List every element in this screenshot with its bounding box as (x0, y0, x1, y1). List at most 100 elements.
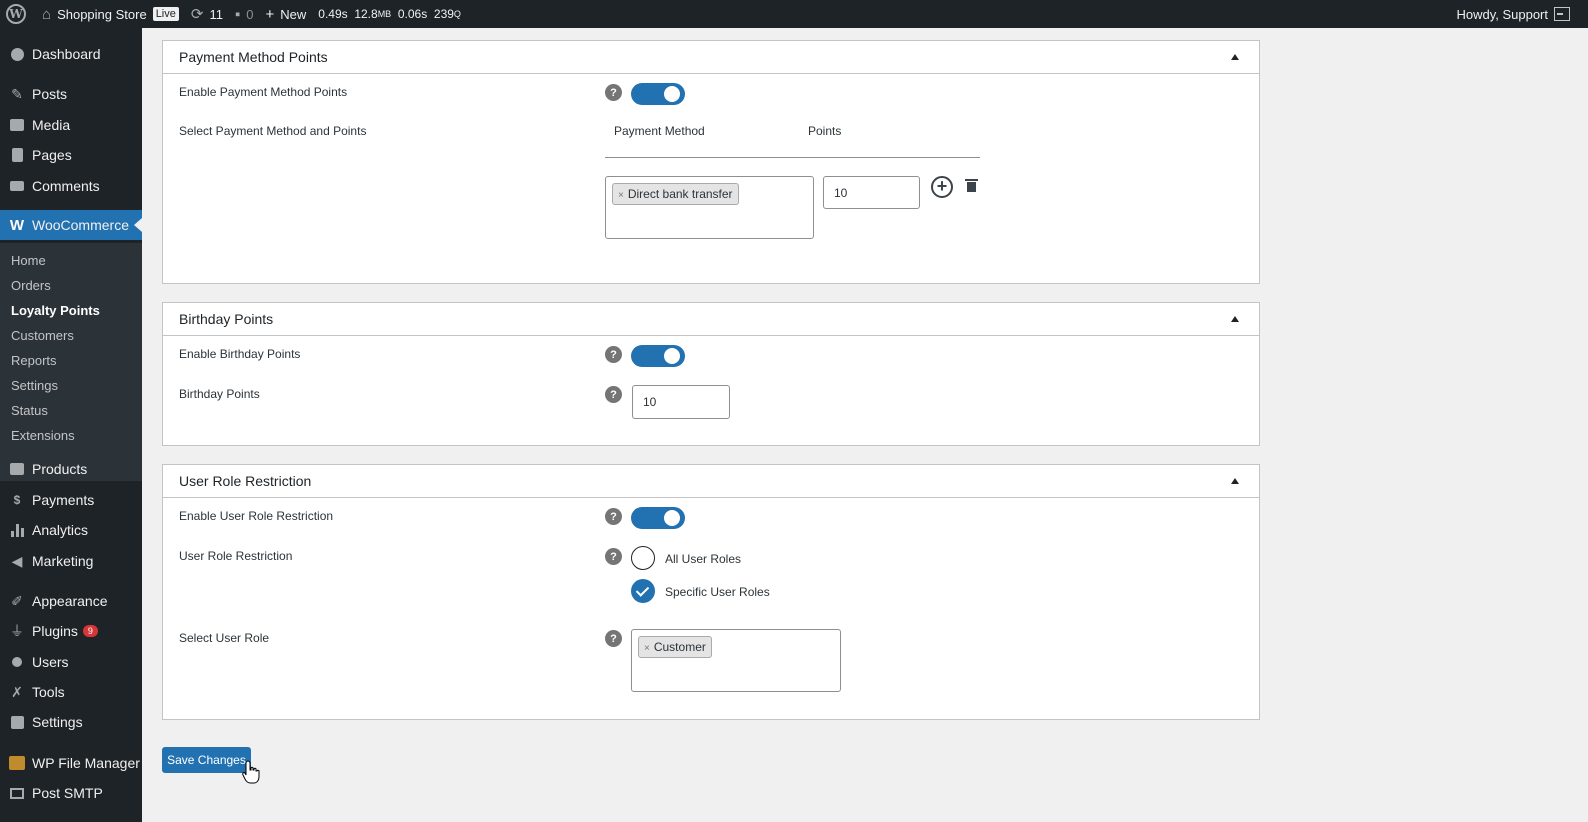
radio-specific-user-roles[interactable] (631, 579, 655, 603)
perf-queries-unit: Q (453, 9, 461, 19)
submenu-reports[interactable]: Reports (11, 353, 57, 368)
perf-time: 0.49s (318, 7, 348, 21)
enable-role-restriction-label: Enable User Role Restriction (179, 509, 334, 523)
settings-icon (9, 714, 25, 730)
menu-posts[interactable]: ✎ Posts (0, 79, 142, 109)
save-changes-button[interactable]: Save Changes (162, 747, 251, 773)
points-column-header: Points (808, 124, 842, 138)
menu-products[interactable]: Products (0, 454, 142, 484)
site-name: Shopping Store (57, 6, 147, 22)
updates-count: 11 (209, 6, 223, 22)
radio-all-label[interactable]: All User Roles (665, 552, 741, 566)
panel-header[interactable]: Payment Method Points (163, 41, 1259, 74)
comments-menu[interactable]: ▪ 0 (229, 0, 260, 28)
media-icon (9, 117, 25, 133)
enable-birthday-label: Enable Birthday Points (179, 347, 301, 361)
birthday-points-panel: Birthday Points Enable Birthday Points ?… (162, 302, 1260, 446)
menu-label: Post SMTP (32, 785, 103, 801)
megaphone-icon: ◀ (11, 552, 23, 569)
menu-wp-file-manager[interactable]: WP File Manager (0, 748, 142, 778)
admin-bar: W ⌂ Shopping Store Live ⟳ 11 ▪ 0 + New 0… (0, 0, 1588, 28)
menu-analytics[interactable]: Analytics (0, 515, 142, 545)
new-content-menu[interactable]: + New (260, 0, 313, 28)
enable-role-restriction-toggle[interactable] (631, 507, 685, 529)
comments-count: 0 (246, 6, 254, 22)
menu-comments[interactable]: Comments (0, 171, 142, 201)
menu-label: WooCommerce (32, 217, 129, 233)
user-role-select[interactable]: × Customer (631, 629, 841, 692)
select-user-role-label: Select User Role (179, 631, 270, 645)
header-divider (605, 157, 980, 158)
menu-tools[interactable]: ✗ Tools (0, 677, 142, 707)
menu-users[interactable]: Users (0, 647, 142, 677)
plugins-update-badge: 9 (82, 625, 98, 637)
user-role-restriction-panel: User Role Restriction Enable User Role R… (162, 464, 1260, 720)
payment-points-input[interactable]: 10 (823, 176, 920, 209)
role-restriction-label: User Role Restriction (179, 549, 293, 563)
panel-title: Payment Method Points (179, 49, 328, 65)
menu-label: Tools (32, 684, 65, 700)
menu-post-smtp[interactable]: Post SMTP (0, 778, 142, 808)
products-icon (9, 461, 25, 477)
howdy-text: Howdy, Support (1456, 6, 1548, 22)
hand-cursor-icon (242, 760, 260, 784)
submenu-status[interactable]: Status (11, 403, 48, 418)
menu-settings[interactable]: Settings (0, 707, 142, 737)
menu-label: Pages (32, 147, 72, 163)
perf-mem: 12.8 (354, 7, 378, 21)
enable-payment-method-toggle[interactable] (631, 83, 685, 105)
menu-label: Settings (32, 714, 83, 730)
panel-header[interactable]: User Role Restriction (163, 465, 1259, 498)
updates-menu[interactable]: ⟳ 11 (185, 0, 229, 28)
help-icon[interactable]: ? (605, 84, 622, 101)
submenu-customers[interactable]: Customers (11, 328, 74, 343)
avatar (1554, 7, 1570, 21)
trash-icon[interactable] (965, 179, 978, 192)
radio-specific-label[interactable]: Specific User Roles (665, 585, 770, 599)
payment-method-points-panel: Payment Method Points Enable Payment Met… (162, 40, 1260, 284)
site-name-menu[interactable]: ⌂ Shopping Store Live (36, 0, 185, 28)
add-row-icon[interactable]: + (931, 176, 953, 198)
chip-label: Customer (653, 640, 706, 654)
submenu-home[interactable]: Home (11, 253, 46, 268)
envelope-icon (9, 785, 25, 801)
menu-woocommerce[interactable]: W WooCommerce (0, 210, 142, 240)
collapse-caret-icon[interactable] (1231, 54, 1239, 60)
submenu-loyalty-points[interactable]: Loyalty Points (11, 303, 100, 318)
submenu-settings[interactable]: Settings (11, 378, 58, 393)
collapse-caret-icon[interactable] (1231, 316, 1239, 322)
menu-media[interactable]: Media (0, 110, 142, 140)
pages-icon (9, 147, 25, 163)
chip-remove-icon[interactable]: × (644, 643, 650, 654)
home-icon: ⌂ (42, 5, 52, 23)
help-icon[interactable]: ? (605, 630, 622, 647)
payments-icon: $ (13, 493, 21, 507)
birthday-points-input[interactable]: 10 (632, 385, 730, 419)
menu-appearance[interactable]: ✐ Appearance (0, 586, 142, 616)
user-role-chip: × Customer (638, 636, 712, 658)
radio-all-user-roles[interactable] (631, 546, 655, 570)
wp-logo-menu[interactable]: W (0, 0, 36, 28)
help-icon[interactable]: ? (605, 508, 622, 525)
panel-header[interactable]: Birthday Points (163, 303, 1259, 336)
perf-db-time: 0.06s (397, 7, 428, 21)
help-icon[interactable]: ? (605, 386, 622, 403)
menu-pages[interactable]: Pages (0, 140, 142, 170)
menu-marketing[interactable]: ◀ Marketing (0, 546, 142, 576)
chip-remove-icon[interactable]: × (618, 190, 624, 201)
collapse-caret-icon[interactable] (1231, 478, 1239, 484)
menu-label: Marketing (32, 553, 94, 569)
help-icon[interactable]: ? (605, 346, 622, 363)
submenu-orders[interactable]: Orders (11, 278, 51, 293)
menu-plugins[interactable]: ⏚ Plugins 9 (0, 616, 142, 646)
payment-method-select[interactable]: × Direct bank transfer (605, 176, 814, 239)
query-monitor-menu[interactable]: 0.49s 12.8 MB 0.06s 239 Q (312, 0, 467, 28)
menu-dashboard[interactable]: Dashboard (0, 39, 142, 69)
help-icon[interactable]: ? (605, 548, 622, 565)
menu-payments[interactable]: $ Payments (0, 485, 142, 515)
enable-birthday-toggle[interactable] (631, 345, 685, 367)
submenu-extensions[interactable]: Extensions (11, 428, 75, 443)
plus-icon: + (265, 5, 275, 23)
my-account-menu[interactable]: Howdy, Support (1456, 0, 1570, 28)
live-badge: Live (152, 7, 179, 21)
